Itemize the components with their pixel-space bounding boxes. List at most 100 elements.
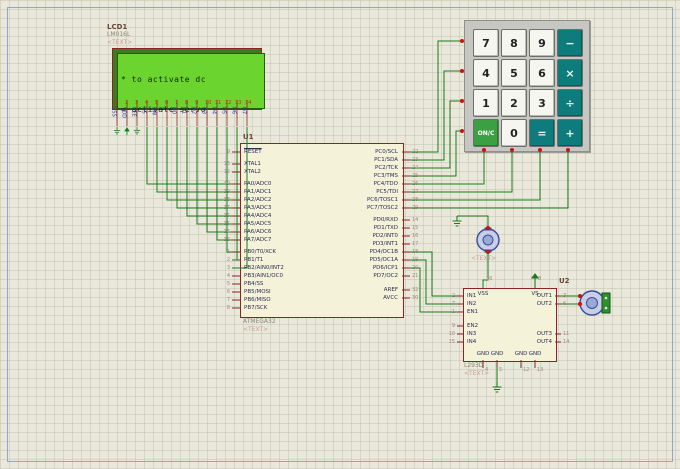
- wire[interactable]: [457, 215, 489, 229]
- mcu-pin-number: 25: [412, 173, 419, 179]
- mcu-pin-name: PB0/T0/XCK: [244, 249, 276, 255]
- mcu-pin-name: PA0/ADC0: [244, 181, 272, 187]
- mcu-pin-name: PB2/AIN0/INT2: [244, 265, 284, 271]
- driver-pin-number: 1: [451, 309, 455, 315]
- driver-pin-number: 8: [538, 276, 542, 282]
- ground-symbol[interactable]: [491, 381, 503, 393]
- mcu-pin-name: PD5/OC1A: [369, 257, 398, 263]
- lcd-pin-name: D3: [200, 107, 207, 115]
- mcu-pin-name: AREF: [383, 287, 398, 293]
- junction-dot: [578, 294, 582, 298]
- junction-dot: [486, 226, 490, 230]
- mcu-pin-name: PD2/INT0: [372, 233, 399, 239]
- keypad-button[interactable]: ON/C: [473, 119, 499, 147]
- driver-ref[interactable]: U2: [559, 277, 570, 285]
- mcu-pin-name: PB4/SS: [244, 281, 264, 287]
- wire[interactable]: [410, 150, 541, 201]
- keypad-button[interactable]: 2: [501, 89, 527, 117]
- mcu-pin-number: 37: [223, 205, 230, 211]
- mcu-pin-name: PB5/MOSI: [244, 289, 271, 295]
- lcd-line1: * to activate dc: [121, 75, 207, 84]
- keypad-button[interactable]: 5: [501, 59, 527, 87]
- keypad-button[interactable]: 8: [501, 29, 527, 57]
- lcd-pin-name: D5: [220, 107, 227, 115]
- mcu-pin-number: 13: [223, 161, 230, 167]
- mcu-pin-name: PD3/INT1: [372, 241, 399, 247]
- lcd-pin-number: 9: [195, 100, 199, 106]
- wire[interactable]: [410, 150, 569, 209]
- wire[interactable]: [410, 70, 462, 161]
- mcu-pin-name: PD0/RXD: [373, 217, 398, 223]
- mcu-pin-name: PD6/ICP1: [372, 265, 398, 271]
- driver-pin-number: 6: [563, 301, 567, 307]
- wire[interactable]: [146, 127, 232, 185]
- mcu-pin-number: 20: [412, 265, 419, 271]
- mcu-pin-name: PA4/ADC4: [244, 213, 272, 219]
- lcd-pin-name: D0: [170, 107, 177, 115]
- keypad-button[interactable]: 0: [501, 119, 527, 147]
- mcu-pin-name: PD1/TXD: [373, 225, 398, 231]
- keypad-button[interactable]: 3: [529, 89, 555, 117]
- ground-symbol[interactable]: [451, 215, 463, 227]
- keypad-button[interactable]: ×: [557, 59, 583, 87]
- wire[interactable]: [410, 40, 462, 153]
- lcd-pin-number: 10: [205, 100, 212, 106]
- mcu-pin-name: PC1/SDA: [374, 157, 398, 163]
- driver-pin-name: OUT3: [536, 331, 552, 337]
- driver-pin-name: EN2: [467, 323, 479, 329]
- wire[interactable]: [410, 150, 513, 193]
- junction-dot: [486, 250, 490, 254]
- mcu-pin-name: PB7/SCK: [244, 305, 268, 311]
- lcd-pin-number: 11: [215, 100, 222, 106]
- mcu-pin-number: 23: [412, 157, 419, 163]
- mcu-pin-name: PA2/ADC2: [244, 197, 272, 203]
- lcd-pin-number: 4: [145, 100, 149, 106]
- servo-motor[interactable]: [579, 290, 611, 316]
- mcu-pin-name: PD4/OC1B: [369, 249, 398, 255]
- mcu-pin-number: 16: [412, 233, 419, 239]
- keypad-button[interactable]: +: [557, 119, 583, 147]
- mcu-pin-name: PA6/ADC6: [244, 229, 272, 235]
- junction-dot: [578, 302, 582, 306]
- mcu-pin-number: 32: [412, 287, 419, 293]
- motor1-text-placeholder: <TEXT>: [471, 255, 497, 262]
- mcu-pin-number: 6: [226, 289, 230, 295]
- dc-motor[interactable]: [476, 227, 500, 253]
- mcu-pin-number: 8: [226, 305, 230, 311]
- keypad-button[interactable]: ÷: [557, 89, 583, 117]
- keypad-button[interactable]: 7: [473, 29, 499, 57]
- mcu-pin-number: 15: [412, 225, 419, 231]
- wire[interactable]: [176, 127, 232, 209]
- lcd-pin-number: 3: [135, 100, 139, 106]
- lcd-pin-name: D6: [230, 107, 237, 115]
- lcd-pin-name: E: [160, 107, 167, 111]
- keypad-button[interactable]: 9: [529, 29, 555, 57]
- keypad-button[interactable]: 6: [529, 59, 555, 87]
- mcu-pin-number: 34: [223, 229, 230, 235]
- lcd-pin-number: 5: [155, 100, 159, 106]
- mcu-pin-name: PC6/TOSC1: [366, 197, 398, 203]
- mcu-pin-number: 29: [412, 205, 419, 211]
- lcd-pin-name: D7: [240, 107, 247, 115]
- keypad-button[interactable]: 4: [473, 59, 499, 87]
- mcu-pin-name: PA5/ADC5: [244, 221, 272, 227]
- driver-pin-name: GND: [490, 351, 504, 357]
- mcu-pin-number: 35: [223, 221, 230, 227]
- keypad-button[interactable]: 1: [473, 89, 499, 117]
- mcu-ref[interactable]: U1: [243, 133, 254, 141]
- mcu-pin-name: XTAL1: [244, 161, 261, 167]
- mcu-pin-number: 38: [223, 197, 230, 203]
- wire[interactable]: [232, 127, 238, 261]
- mcu-pin-name: PC4/TDO: [373, 181, 398, 187]
- lcd-pin-name: VSS: [110, 107, 117, 117]
- driver-pin-number: 16: [486, 276, 493, 282]
- keypad-button[interactable]: −: [557, 29, 583, 57]
- mcu-pin-name: RESET: [244, 149, 262, 155]
- wire[interactable]: [410, 150, 485, 185]
- mcu-pin-number: 17: [412, 241, 419, 247]
- mcu-pin-number: 4: [226, 273, 230, 279]
- keypad-button[interactable]: =: [529, 119, 555, 147]
- mcu-model: ATMEGA32: [243, 318, 276, 325]
- lcd-ref[interactable]: LCD1: [107, 23, 127, 31]
- mcu-pin-number: 14: [412, 217, 419, 223]
